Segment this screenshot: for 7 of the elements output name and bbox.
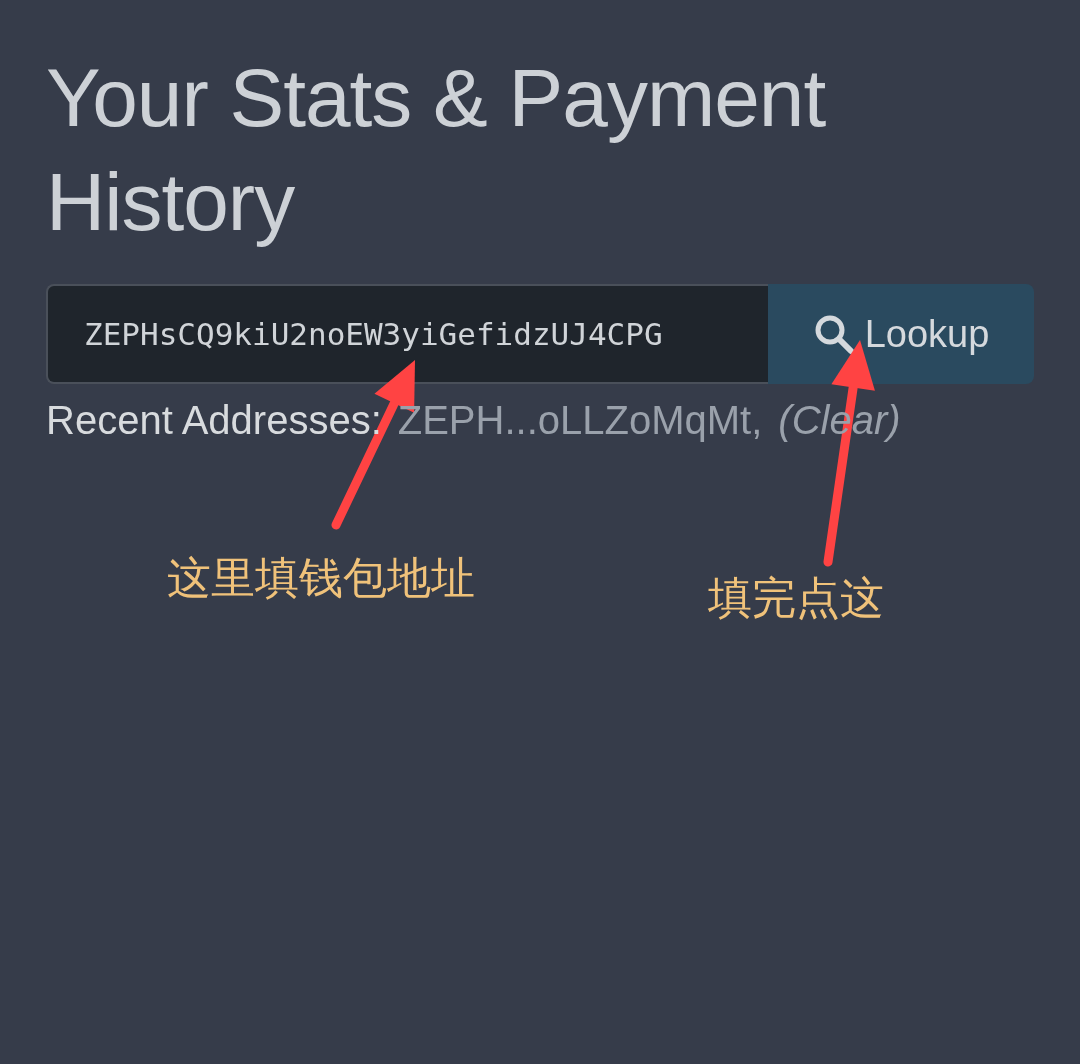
lookup-button[interactable]: Lookup <box>768 284 1034 384</box>
annotation-text: 这里填钱包地址 <box>167 551 475 605</box>
address-field[interactable]: ZEPHsCQ9kiU2noEW3yiGefidzUJ4CPG <box>46 284 768 384</box>
annotation-text: 填完点这 <box>708 571 884 625</box>
address-link[interactable]: ZEPH...oLLZoMqMt, <box>397 390 763 450</box>
page-title: Your Stats & Payment History <box>46 51 827 249</box>
recent-label: Recent Addresses: <box>46 397 382 444</box>
